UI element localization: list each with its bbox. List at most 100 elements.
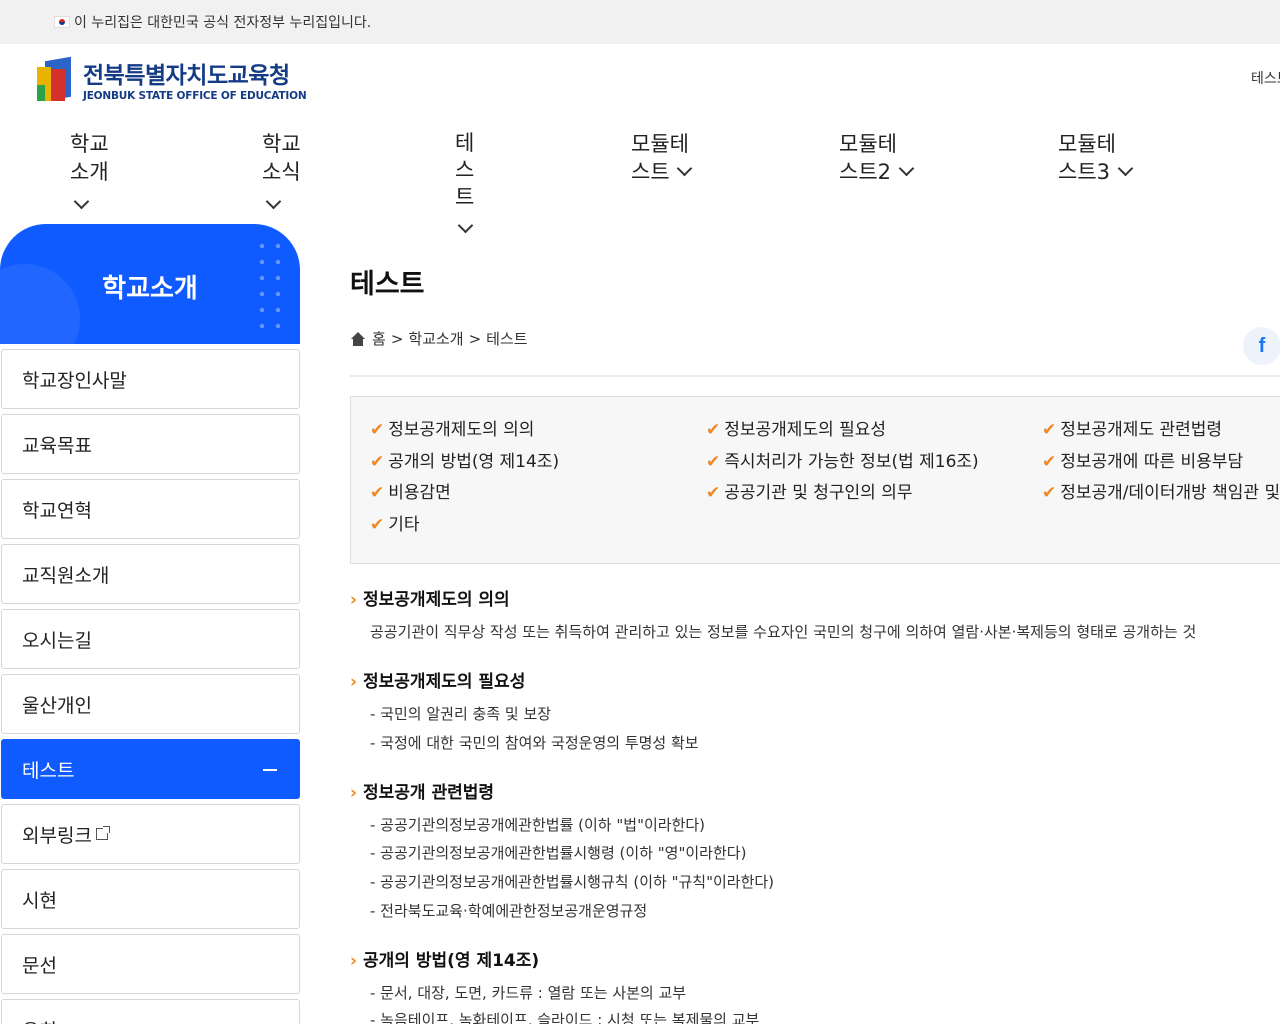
section-text: - 문서, 대장, 도면, 카드류 : 열람 또는 사본의 교부 (370, 984, 687, 1002)
section-title: › 정보공개제도의 의의 (350, 585, 510, 610)
breadcrumb: 홈 > 학교소개 > 테스트 (350, 328, 528, 349)
sidebar-item-label: 유희 (22, 1016, 57, 1024)
section-title: › 공개의 방법(영 제14조) (350, 946, 539, 971)
gnb-label: 모듈테 (1058, 132, 1116, 156)
site-logo[interactable]: 전북특별자치도교육청 JEONBUK STATE OFFICE OF EDUCA… (37, 56, 307, 102)
toc-link[interactable]: ✔ 공개의 방법(영 제14조) (370, 447, 559, 479)
sidebar-item-education-goals[interactable]: 교육목표 (1, 414, 300, 474)
toc-link[interactable]: ✔ 정보공개제도 관련법령 (1042, 415, 1280, 447)
sidebar-item-label: 테스트 (22, 759, 75, 782)
section-text: - 전라북도교육·학예에관한정보공개운영규정 (370, 902, 648, 920)
gnb-item-module-test-2[interactable]: 모듈테 스트2 (839, 130, 914, 186)
sidebar-item-principal-greeting[interactable]: 학교장인사말 (1, 349, 300, 409)
sidebar-header: 학교소개 (0, 224, 300, 344)
toc-column-3: ✔ 정보공개제도 관련법령 ✔ 정보공개에 따른 비용부담 ✔ 정보공개/데이터개방 … (1042, 415, 1280, 510)
sidebar-item-external-link[interactable]: 외부링크 (1, 804, 300, 864)
gov-banner: 이 누리집은 대한민국 공식 전자정부 누리집입니다. (0, 0, 1280, 44)
chevron-right-icon: › (350, 590, 358, 610)
chevron-down-icon (898, 160, 914, 177)
gnb-label: 트 (455, 185, 475, 209)
toc-label: 정보공개제도 관련법령 (1060, 420, 1223, 440)
sidebar-item-staff[interactable]: 교직원소개 (1, 544, 300, 604)
korea-flag-icon (54, 16, 70, 28)
page-title: 테스트 (350, 269, 425, 300)
toc-link[interactable]: ✔ 즉시처리가 가능한 정보(법 제16조) (706, 447, 979, 479)
section-title: › 정보공개 관련법령 (350, 778, 494, 803)
section-title: › 정보공개제도의 필요성 (350, 667, 525, 692)
sidebar-item-label: 교육목표 (22, 434, 92, 457)
sidebar-item-directions[interactable]: 오시는길 (1, 609, 300, 669)
toc-label: 정보공개에 따른 비용부담 (1060, 451, 1244, 472)
toc-link[interactable]: ✔ 정보공개에 따른 비용부담 (1042, 447, 1280, 479)
toc-label: 정보공개제도의 의의 (388, 420, 535, 440)
toc-column-2: ✔ 정보공개제도의 필요성 ✔ 즉시처리가 가능한 정보(법 제16조) ✔ 공공기관… (706, 415, 979, 510)
check-icon: ✔ (370, 514, 385, 535)
section-text: - 국정에 대한 국민의 참여와 국정운영의 투명성 확보 (370, 734, 699, 752)
section-title-text: 공개의 방법(영 제14조) (363, 951, 540, 971)
toc-label: 비용감면 (388, 483, 451, 503)
facebook-icon: f (1258, 334, 1266, 357)
gnb-item-test[interactable]: 테 스 트 (455, 130, 474, 238)
gnb-label: 모듈테 (839, 132, 897, 156)
logo-korean-name: 전북특별자치도교육청 (83, 63, 290, 89)
toc-label: 공개의 방법(영 제14조) (388, 451, 560, 472)
sidebar-item-label: 울산개인 (22, 694, 92, 717)
section-text: - 녹음테이프, 녹화테이프, 슬라이드 : 시청 또는 복제물의 교부 (370, 1011, 760, 1024)
toc-label: 정보공개제도의 필요성 (724, 420, 887, 440)
breadcrumb-home[interactable]: 홈 (372, 328, 386, 349)
gnb-label: 테 (455, 131, 475, 155)
sidebar-item-sihyeon[interactable]: 시현 (1, 869, 300, 929)
breadcrumb-separator: > (468, 329, 482, 348)
sidebar-item-label: 학교장인사말 (22, 369, 127, 392)
section-text: - 공공기관의정보공개에관한법률 (이하 "법"이라한다) (370, 816, 706, 834)
facebook-share-button[interactable]: f (1243, 327, 1280, 365)
gnb-item-school-news[interactable]: 학교 소식 (262, 130, 301, 214)
toc-link[interactable]: ✔ 정보공개/데이터개방 책임관 및 (1042, 478, 1280, 510)
gnb-item-module-test[interactable]: 모듈테 스트 (631, 130, 693, 186)
gnb-label: 소개 (70, 160, 109, 184)
toc-label: 정보공개/데이터개방 책임관 및 (1060, 483, 1280, 503)
toc-link[interactable]: ✔ 정보공개제도의 필요성 (706, 415, 979, 447)
section-text: 공공기관이 직무상 작성 또는 취득하여 관리하고 있는 정보를 수요자인 국민… (370, 623, 1197, 641)
gnb-item-school-intro[interactable]: 학교 소개 (70, 130, 109, 214)
gov-banner-text: 이 누리집은 대한민국 공식 전자정부 누리집입니다. (74, 15, 372, 31)
sidebar-item-yuhui[interactable]: 유희 (1, 999, 300, 1024)
table-of-contents: ✔ 정보공개제도의 의의 ✔ 공개의 방법(영 제14조) ✔ 비용감면 ✔ 기타 ✔ 정… (350, 396, 1280, 564)
breadcrumb-school-intro[interactable]: 학교소개 (408, 328, 463, 349)
check-icon: ✔ (706, 420, 721, 440)
gnb-label: 모듈테 (631, 132, 689, 156)
sidebar-item-munseon[interactable]: 문선 (1, 934, 300, 994)
check-icon: ✔ (706, 483, 721, 503)
toc-link[interactable]: ✔ 공공기관 및 청구인의 의무 (706, 478, 979, 510)
education-office-logo-icon (37, 56, 77, 102)
section-title-text: 정보공개 관련법령 (363, 783, 495, 803)
external-link-icon (95, 826, 110, 840)
toc-link[interactable]: ✔ 기타 (370, 510, 559, 542)
sidebar-item-label: 외부링크 (22, 824, 92, 847)
chevron-down-icon (677, 160, 693, 177)
chevron-right-icon: › (350, 672, 358, 692)
chevron-down-icon (73, 193, 90, 210)
sidebar-item-school-history[interactable]: 학교연혁 (1, 479, 300, 539)
gnb-label: 스트 (631, 160, 670, 184)
section-text: - 국민의 알권리 충족 및 보장 (370, 705, 552, 723)
section-title-text: 정보공개제도의 필요성 (363, 672, 526, 692)
toc-link[interactable]: ✔ 정보공개제도의 의의 (370, 415, 559, 447)
section-text: - 공공기관의정보공개에관한법률시행령 (이하 "영"이라한다) (370, 844, 747, 862)
toc-column-1: ✔ 정보공개제도의 의의 ✔ 공개의 방법(영 제14조) ✔ 비용감면 ✔ 기타 (370, 415, 559, 541)
chevron-down-icon (457, 217, 474, 234)
check-icon: ✔ (1042, 420, 1057, 440)
chevron-down-icon (265, 193, 282, 210)
sidebar-item-test[interactable]: 테스트 (1, 739, 300, 799)
gnb-label: 스 (455, 158, 475, 182)
sidebar-item-label: 학교연혁 (22, 499, 92, 522)
check-icon: ✔ (370, 420, 385, 440)
gnb-item-module-test-3[interactable]: 모듈테 스트3 (1058, 130, 1133, 186)
sidebar-item-label: 문선 (22, 954, 57, 977)
sidebar-item-label: 오시는길 (22, 629, 92, 652)
header-util-link[interactable]: 테스트 (1251, 68, 1280, 88)
chevron-right-icon: › (350, 783, 358, 803)
sidebar-item-ulsan-personal[interactable]: 울산개인 (1, 674, 300, 734)
section-title-text: 정보공개제도의 의의 (363, 590, 510, 610)
toc-link[interactable]: ✔ 비용감면 (370, 478, 559, 510)
